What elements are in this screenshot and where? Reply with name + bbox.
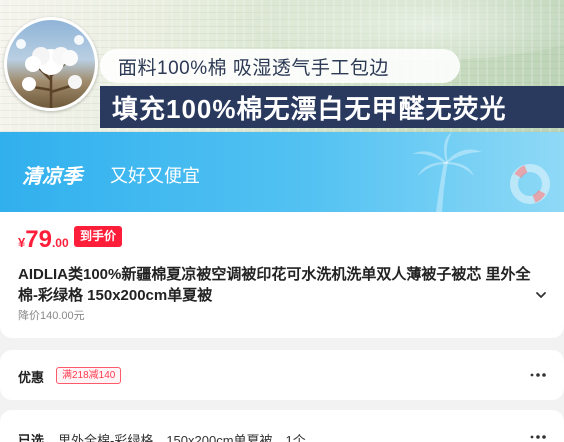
chevron-down-icon[interactable] — [534, 288, 548, 302]
price-drop-note: 降价140.00元 — [18, 310, 85, 322]
beach-ring-icon — [510, 164, 550, 204]
hero-headline: 填充100%棉无漂白无甲醛无荧光 — [112, 93, 507, 124]
hero-banner[interactable]: 面料100%棉 吸湿透气手工包边 填充100%棉无漂白无甲醛无荧光 — [0, 0, 564, 132]
price-card: ¥ 79 .00 到手价 AIDLIA类100%新疆棉夏凉被空调被印花可水洗机洗… — [0, 212, 564, 338]
discount-row[interactable]: 优惠 满218减140 — [0, 350, 564, 400]
selected-variant-row[interactable]: 已选 里外全棉-彩绿格，150x200cm单夏被，1个 — [0, 410, 564, 442]
discount-label: 优惠 — [18, 370, 45, 385]
selected-variant-value: 里外全棉-彩绿格，150x200cm单夏被，1个 — [58, 433, 306, 442]
price-decimal: .00 — [51, 236, 69, 250]
selected-label: 已选 — [18, 433, 45, 442]
hero-tagline-pill: 面料100%棉 吸湿透气手工包边 — [100, 49, 460, 83]
promo-subtitle: 又好又便宜 — [110, 166, 200, 186]
more-dots-icon[interactable] — [528, 434, 548, 440]
price-display: ¥ 79 .00 — [18, 226, 69, 254]
price-integer: 79 — [25, 226, 52, 253]
price-currency: ¥ — [18, 235, 26, 250]
product-detail-page: 面料100%棉 吸湿透气手工包边 填充100%棉无漂白无甲醛无荧光 清凉季 又好… — [0, 0, 564, 442]
hero-headline-bar: 填充100%棉无漂白无甲醛无荧光 — [100, 86, 564, 128]
coupon-tag[interactable]: 满218减140 — [56, 367, 122, 384]
palm-tree-icon — [412, 132, 550, 212]
product-title[interactable]: AIDLIA类100%新疆棉夏凉被空调被印花可水洗机洗单双人薄被子被芯 里外全棉… — [18, 264, 538, 306]
cotton-image — [4, 17, 98, 111]
hero-tagline: 面料100%棉 吸湿透气手工包边 — [118, 57, 389, 79]
promo-tag: 清凉季 — [22, 166, 82, 188]
promo-banner[interactable]: 清凉季 又好又便宜 — [0, 132, 564, 212]
final-price-badge: 到手价 — [74, 226, 123, 247]
more-dots-icon[interactable] — [528, 372, 548, 378]
